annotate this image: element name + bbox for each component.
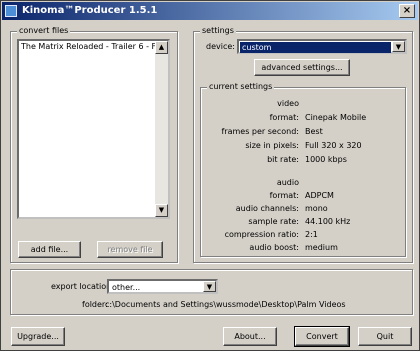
window-title: Kinoma™Producer 1.5.1 xyxy=(22,5,158,16)
folder-label: folder: xyxy=(82,300,108,309)
audio-boost-value: medium xyxy=(305,243,338,252)
size-in-pixels-value: Full 320 x 320 xyxy=(305,141,362,150)
quit-button[interactable]: Quit xyxy=(358,327,412,346)
export-location-label: export location: xyxy=(51,282,114,291)
convert-button[interactable]: Convert xyxy=(294,326,350,347)
upgrade-button[interactable]: Upgrade... xyxy=(11,327,65,346)
compression-ratio-value: 2:1 xyxy=(305,230,318,239)
current-settings-legend: current settings xyxy=(207,82,275,91)
chevron-down-icon[interactable]: ▼ xyxy=(392,41,405,52)
export-location-value: other... xyxy=(112,283,141,292)
frames-per-second-value: Best xyxy=(305,127,323,136)
audio-channels-label: audio channels: xyxy=(235,204,299,213)
audio-boost-label: audio boost: xyxy=(249,243,299,252)
application-window: Kinoma™Producer 1.5.1 × convert files Th… xyxy=(0,0,420,351)
sample-rate-value: 44.100 kHz xyxy=(305,217,351,226)
about-button[interactable]: About... xyxy=(223,327,277,346)
device-select[interactable]: custom ▼ xyxy=(237,39,407,54)
scroll-down-button[interactable]: ▼ xyxy=(155,204,168,217)
device-label: device: xyxy=(206,42,235,51)
audio-channels-value: mono xyxy=(305,204,328,213)
close-button[interactable]: × xyxy=(399,4,415,18)
file-list[interactable]: The Matrix Reloaded - Trailer 6 - Final … xyxy=(17,39,170,219)
video-format-value: Cinepak Mobile xyxy=(305,113,367,122)
list-item[interactable]: The Matrix Reloaded - Trailer 6 - Final … xyxy=(21,42,155,51)
settings-table: video format: Cinepak Mobile frames per … xyxy=(206,99,401,255)
settings-legend: settings xyxy=(200,26,236,35)
audio-format-value: ADPCM xyxy=(305,191,334,200)
device-value: custom xyxy=(240,42,391,53)
remove-file-button[interactable]: remove file xyxy=(97,241,163,258)
convert-files-legend: convert files xyxy=(17,26,71,35)
bit-rate-value: 1000 kbps xyxy=(305,155,347,164)
bit-rate-label: bit rate: xyxy=(267,155,299,164)
chevron-down-icon[interactable]: ▼ xyxy=(203,281,216,292)
video-format-label: format: xyxy=(269,113,299,122)
size-in-pixels-label: size in pixels: xyxy=(245,141,299,150)
kinoma-app-icon xyxy=(5,5,17,17)
file-list-scrollbar[interactable]: ▲ ▼ xyxy=(155,41,168,217)
sample-rate-label: sample rate: xyxy=(248,217,299,226)
advanced-settings-button[interactable]: advanced settings... xyxy=(254,59,350,76)
audio-format-label: format: xyxy=(269,191,299,200)
frames-per-second-label: frames per second: xyxy=(221,127,300,136)
add-file-button[interactable]: add file... xyxy=(18,241,81,258)
scroll-up-button[interactable]: ▲ xyxy=(155,41,168,54)
video-heading: video xyxy=(277,99,299,108)
title-bar[interactable]: Kinoma™Producer 1.5.1 × xyxy=(2,2,418,20)
audio-heading: audio xyxy=(276,178,299,187)
export-location-select[interactable]: other... ▼ xyxy=(107,279,218,294)
folder-path: c:\Documents and Settings\wussmode\Deskt… xyxy=(105,300,346,309)
compression-ratio-label: compression ratio: xyxy=(224,230,299,239)
